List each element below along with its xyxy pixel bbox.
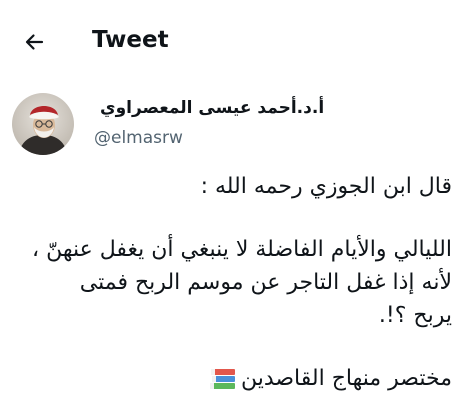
author-info: أ.د.أحمد عيسى المعصراوي @elmasrw: [94, 94, 324, 150]
arrow-left-icon: [25, 34, 44, 50]
tweet-line: الليالي والأيام الفاضلة لا ينبغي أن يغفل…: [31, 237, 452, 262]
tweet-line: قال ابن الجوزي رحمه الله :: [200, 174, 452, 199]
avatar[interactable]: [12, 93, 74, 155]
tweet-source-text: مختصر منهاج القاصدين: [240, 366, 452, 391]
back-button[interactable]: [14, 24, 54, 60]
top-bar: Tweet: [0, 0, 474, 82]
tweet-line: يربح ؟!.: [378, 303, 452, 328]
tweet-line: لأنه إذا غفل التاجر عن موسم الربح فمتى: [79, 270, 452, 295]
books-icon: [209, 368, 235, 389]
author-handle[interactable]: @elmasrw: [94, 126, 314, 150]
page-title: Tweet: [92, 27, 169, 53]
tweet-text: قال ابن الجوزي رحمه الله : الليالي والأي…: [12, 170, 452, 395]
author-name-row: أ.د.أحمد عيسى المعصراوي: [94, 94, 324, 122]
author-display-name[interactable]: أ.د.أحمد عيسى المعصراوي: [100, 98, 324, 118]
tweet-source-row: مختصر منهاج القاصدين: [12, 362, 452, 395]
